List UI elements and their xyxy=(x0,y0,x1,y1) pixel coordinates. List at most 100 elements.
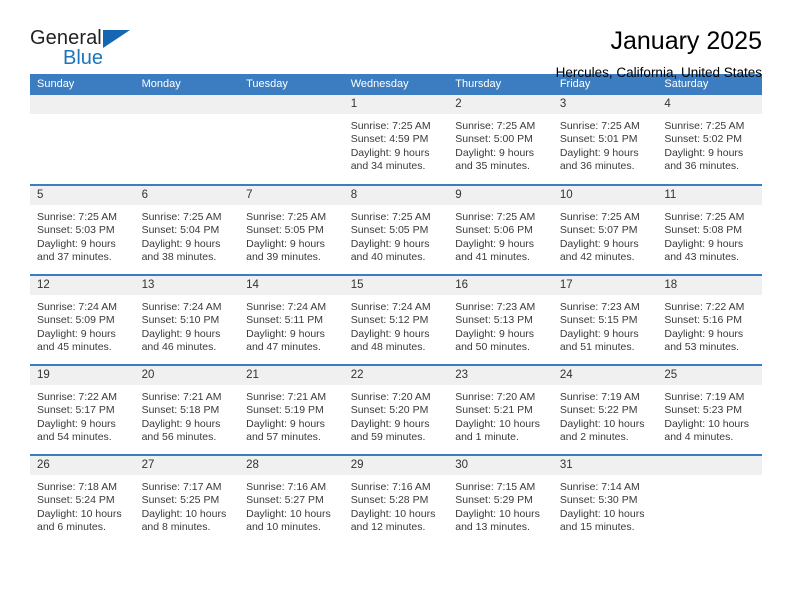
sunrise-time: Sunrise: 7:24 AM xyxy=(141,301,222,313)
calendar-day-cell[interactable]: 10 Sunrise: 7:25 AM Sunset: 5:07 PM Dayligh… xyxy=(552,184,658,275)
calendar-day-cell[interactable]: 8 Sunrise: 7:25 AM Sunset: 5:05 PM Daylight… xyxy=(343,184,449,275)
calendar-day-cell-empty xyxy=(657,454,762,545)
calendar-day-cell[interactable]: 9 Sunrise: 7:25 AM Sunset: 5:06 PM Daylight… xyxy=(448,184,553,275)
calendar-day-cell[interactable]: 30 Sunrise: 7:15 AM Sunset: 5:29 PM Dayligh… xyxy=(448,454,553,545)
daylight-duration-line1: Daylight: 9 hours xyxy=(141,327,221,340)
day-number: 4 xyxy=(657,95,762,114)
calendar-day-cell[interactable]: 26 Sunrise: 7:18 AM Sunset: 5:24 PM Dayligh… xyxy=(30,454,135,545)
sunset-time: Sunset: 5:21 PM xyxy=(455,404,533,417)
calendar-day-cell[interactable]: 5 Sunrise: 7:25 AM Sunset: 5:03 PM Daylight… xyxy=(30,184,135,275)
daylight-duration-line1: Daylight: 9 hours xyxy=(37,417,116,430)
calendar-day-cell[interactable]: 20 Sunrise: 7:21 AM Sunset: 5:18 PM Dayligh… xyxy=(134,364,240,455)
sunset-time: Sunset: 5:13 PM xyxy=(455,314,533,327)
sunrise-time: Sunrise: 7:20 AM xyxy=(455,391,536,403)
calendar-day-cell[interactable]: 3 Sunrise: 7:25 AM Sunset: 5:01 PM Daylight… xyxy=(552,95,658,185)
calendar-day-cell[interactable]: 28 Sunrise: 7:16 AM Sunset: 5:27 PM Dayligh… xyxy=(239,454,344,545)
daylight-duration-line1: Daylight: 9 hours xyxy=(37,237,116,250)
calendar-day-cell[interactable]: 1 Sunrise: 7:25 AM Sunset: 4:59 PM Daylight… xyxy=(343,95,449,185)
sunset-time: Sunset: 5:02 PM xyxy=(664,133,743,146)
day-number: 11 xyxy=(657,186,762,205)
daylight-duration-line2: and 37 minutes. xyxy=(37,251,112,264)
calendar-day-cell-empty xyxy=(239,95,344,185)
day-details: Sunrise: 7:20 AM Sunset: 5:20 PM Daylight:… xyxy=(344,385,449,445)
calendar-day-cell[interactable]: 27 Sunrise: 7:17 AM Sunset: 5:25 PM Dayligh… xyxy=(134,454,240,545)
page-header: General Blue January 2025 Hercules, Cali… xyxy=(30,0,762,80)
calendar-day-cell[interactable]: 17 Sunrise: 7:23 AM Sunset: 5:15 PM Dayligh… xyxy=(552,274,658,365)
day-number: 2 xyxy=(448,95,553,114)
sunset-time: Sunset: 5:29 PM xyxy=(455,494,533,507)
daylight-duration-line1: Daylight: 9 hours xyxy=(350,146,430,159)
calendar-day-cell[interactable]: 12 Sunrise: 7:24 AM Sunset: 5:09 PM Dayligh… xyxy=(30,274,135,365)
daylight-duration-line2: and 10 minutes. xyxy=(246,521,321,534)
calendar-day-cell[interactable]: 15 Sunrise: 7:24 AM Sunset: 5:12 PM Dayligh… xyxy=(343,274,449,365)
sunset-time: Sunset: 5:20 PM xyxy=(350,404,429,417)
day-details: Sunrise: 7:25 AM Sunset: 5:03 PM Daylight:… xyxy=(30,205,135,265)
daylight-duration-line2: and 40 minutes. xyxy=(350,251,426,264)
calendar-day-cell[interactable]: 29 Sunrise: 7:16 AM Sunset: 5:28 PM Dayligh… xyxy=(343,454,449,545)
calendar-day-cell[interactable]: 16 Sunrise: 7:23 AM Sunset: 5:13 PM Dayligh… xyxy=(448,274,553,365)
calendar-day-cell[interactable]: 19 Sunrise: 7:22 AM Sunset: 5:17 PM Dayligh… xyxy=(30,364,135,455)
sunset-time: Sunset: 5:00 PM xyxy=(455,133,533,146)
day-details: Sunrise: 7:15 AM Sunset: 5:29 PM Daylight:… xyxy=(448,475,553,535)
calendar-day-cell[interactable]: 21 Sunrise: 7:21 AM Sunset: 5:19 PM Dayligh… xyxy=(239,364,344,455)
daylight-duration-line1: Daylight: 9 hours xyxy=(350,417,430,430)
sunrise-time: Sunrise: 7:25 AM xyxy=(664,120,745,132)
day-number: 20 xyxy=(134,366,240,385)
day-number: 27 xyxy=(134,456,240,475)
day-number: 29 xyxy=(343,456,449,475)
logo-text-general: General xyxy=(30,27,102,49)
daylight-duration-line1: Daylight: 9 hours xyxy=(559,327,639,340)
daylight-duration-line2: and 8 minutes. xyxy=(141,521,211,534)
daylight-duration-line2: and 15 minutes. xyxy=(559,521,635,534)
calendar-day-cell[interactable]: 25 Sunrise: 7:19 AM Sunset: 5:23 PM Dayligh… xyxy=(657,364,762,455)
calendar-day-cell[interactable]: 11 Sunrise: 7:25 AM Sunset: 5:08 PM Dayligh… xyxy=(657,184,762,275)
calendar-page: General Blue January 2025 Hercules, Cali… xyxy=(0,0,792,612)
calendar-day-cell[interactable]: 24 Sunrise: 7:19 AM Sunset: 5:22 PM Dayligh… xyxy=(552,364,658,455)
day-details: Sunrise: 7:25 AM Sunset: 5:06 PM Daylight:… xyxy=(448,205,553,265)
calendar-day-cell[interactable]: 22 Sunrise: 7:20 AM Sunset: 5:20 PM Dayligh… xyxy=(343,364,449,455)
sunrise-time: Sunrise: 7:18 AM xyxy=(37,481,117,493)
sunrise-time: Sunrise: 7:17 AM xyxy=(141,481,222,493)
sunset-time: Sunset: 5:30 PM xyxy=(559,494,638,507)
daylight-duration-line1: Daylight: 9 hours xyxy=(455,146,535,159)
calendar-day-cell[interactable]: 2 Sunrise: 7:25 AM Sunset: 5:00 PM Daylight… xyxy=(448,95,553,185)
day-details: Sunrise: 7:25 AM Sunset: 5:05 PM Daylight:… xyxy=(239,205,344,265)
calendar-day-cell-empty xyxy=(30,95,135,185)
calendar-day-cell[interactable]: 6 Sunrise: 7:25 AM Sunset: 5:04 PM Daylight… xyxy=(134,184,240,275)
day-details: Sunrise: 7:20 AM Sunset: 5:21 PM Daylight:… xyxy=(448,385,553,445)
sunrise-time: Sunrise: 7:25 AM xyxy=(455,211,536,223)
day-details: Sunrise: 7:23 AM Sunset: 5:13 PM Daylight:… xyxy=(448,295,553,355)
sunset-time: Sunset: 5:27 PM xyxy=(246,494,324,507)
sunrise-time: Sunrise: 7:25 AM xyxy=(664,211,745,223)
daylight-duration-line2: and 43 minutes. xyxy=(664,251,740,264)
sunrise-time: Sunrise: 7:24 AM xyxy=(37,301,117,313)
day-number: 1 xyxy=(343,95,449,114)
calendar-day-cell[interactable]: 31 Sunrise: 7:14 AM Sunset: 5:30 PM Dayligh… xyxy=(552,454,658,545)
day-number: 26 xyxy=(30,456,135,475)
day-number: 21 xyxy=(239,366,344,385)
sunrise-time: Sunrise: 7:21 AM xyxy=(246,391,327,403)
calendar-day-cell[interactable]: 23 Sunrise: 7:20 AM Sunset: 5:21 PM Dayligh… xyxy=(448,364,553,455)
weekday-header-sunday: Sunday xyxy=(30,74,135,95)
sunset-time: Sunset: 5:12 PM xyxy=(350,314,429,327)
calendar-day-cell[interactable]: 14 Sunrise: 7:24 AM Sunset: 5:11 PM Dayligh… xyxy=(239,274,344,365)
calendar-day-cell[interactable]: 13 Sunrise: 7:24 AM Sunset: 5:10 PM Dayligh… xyxy=(134,274,240,365)
daylight-duration-line1: Daylight: 9 hours xyxy=(141,417,221,430)
daylight-duration-line2: and 36 minutes. xyxy=(664,160,740,173)
day-number: 9 xyxy=(448,186,553,205)
daylight-duration-line2: and 1 minute. xyxy=(455,431,519,444)
daylight-duration-line2: and 13 minutes. xyxy=(455,521,530,534)
calendar-day-cell[interactable]: 18 Sunrise: 7:22 AM Sunset: 5:16 PM Dayligh… xyxy=(657,274,762,365)
general-blue-logo[interactable]: General Blue xyxy=(30,26,150,72)
day-number xyxy=(134,95,240,114)
day-details: Sunrise: 7:22 AM Sunset: 5:17 PM Daylight:… xyxy=(30,385,135,445)
calendar-day-cell[interactable]: 7 Sunrise: 7:25 AM Sunset: 5:05 PM Daylight… xyxy=(239,184,344,275)
daylight-duration-line1: Daylight: 10 hours xyxy=(246,507,331,520)
daylight-duration-line1: Daylight: 10 hours xyxy=(350,507,436,520)
daylight-duration-line1: Daylight: 9 hours xyxy=(664,237,744,250)
day-number xyxy=(239,95,344,114)
daylight-duration-line2: and 39 minutes. xyxy=(246,251,321,264)
calendar-day-cell[interactable]: 4 Sunrise: 7:25 AM Sunset: 5:02 PM Daylight… xyxy=(657,95,762,185)
daylight-duration-line2: and 54 minutes. xyxy=(37,431,112,444)
sunrise-time: Sunrise: 7:21 AM xyxy=(141,391,222,403)
